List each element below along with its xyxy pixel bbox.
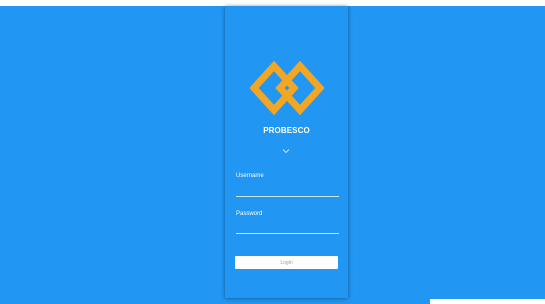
- bottom-bar: [430, 299, 545, 304]
- chevron-down-icon[interactable]: [282, 148, 290, 154]
- username-label: Username: [236, 173, 264, 179]
- username-field[interactable]: [236, 184, 339, 197]
- password-label: Password: [236, 211, 263, 217]
- password-field[interactable]: [236, 221, 339, 234]
- login-button[interactable]: Login: [235, 256, 338, 269]
- brand-name: PROBESCO: [263, 126, 310, 135]
- brand-logo-icon: [250, 60, 324, 116]
